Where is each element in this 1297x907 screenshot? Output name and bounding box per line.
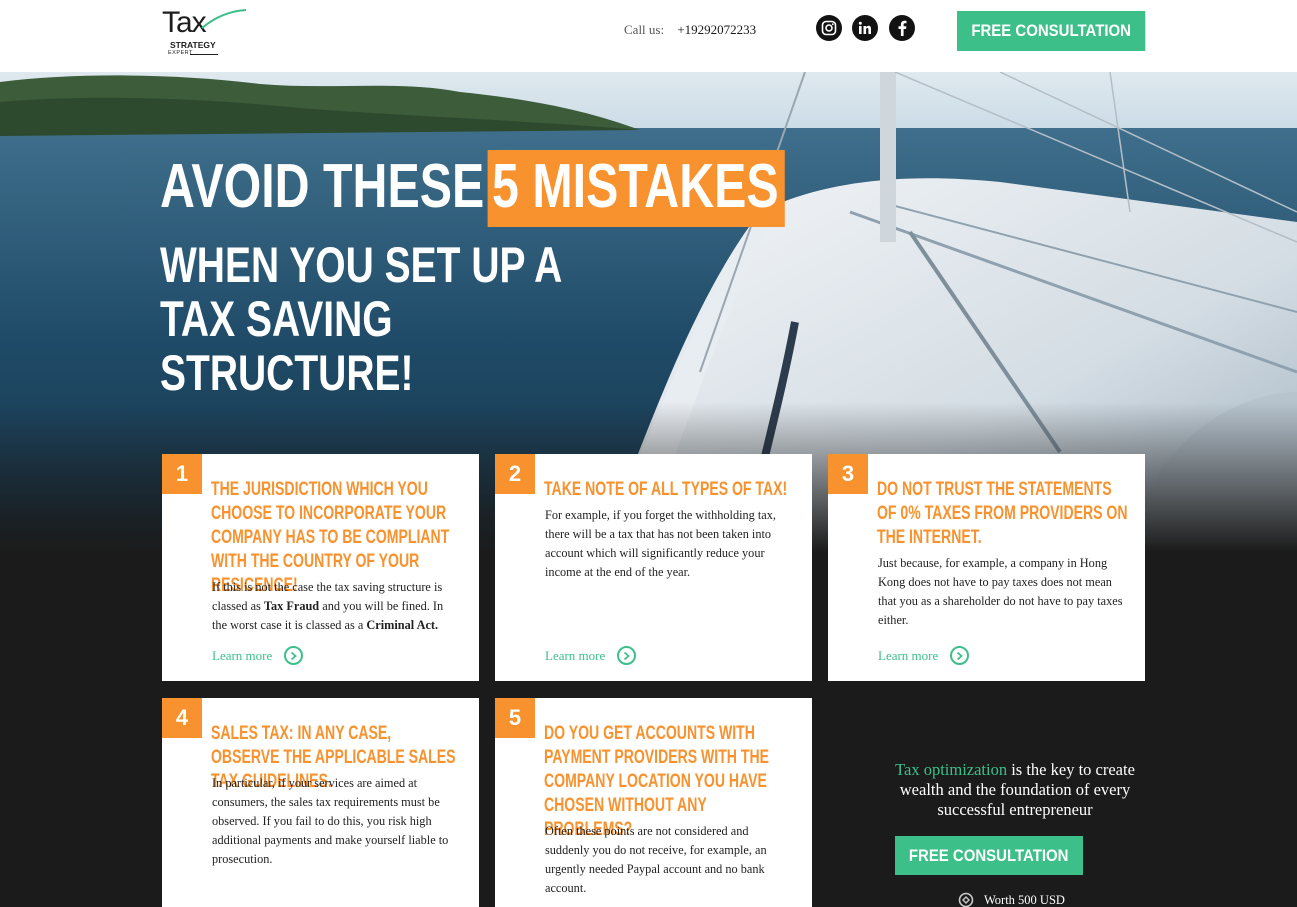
- worth-text: Worth 500 USD: [984, 892, 1065, 907]
- card-title: TAKE NOTE OF ALL TYPES OF TAX!: [544, 479, 788, 500]
- learn-more-label: Learn more: [878, 647, 939, 663]
- hero-subheadline: WHEN YOU SET UP A TAX SAVING STRUCTURE!: [160, 238, 562, 400]
- card-number-badge: 1: [162, 454, 202, 494]
- call-us-label: Call us:: [624, 22, 665, 37]
- logo-swoosh-icon: [201, 9, 247, 29]
- free-consultation-button-bottom[interactable]: FREE CONSULTATION: [895, 836, 1083, 875]
- logo-underline: [190, 54, 218, 55]
- linkedin-icon[interactable]: [852, 15, 878, 41]
- instagram-icon[interactable]: [816, 15, 842, 41]
- card-number-badge: 4: [162, 698, 202, 738]
- tagline: Tax optimization is the key to create we…: [895, 760, 1135, 820]
- card-body: In particular, if your services are aime…: [212, 776, 449, 866]
- cta-label: FREE CONSULTATION: [909, 845, 1069, 865]
- card-number-badge: 3: [828, 454, 868, 494]
- card-body: For example, if you forget the withholdi…: [545, 508, 776, 579]
- coin-icon: [958, 892, 974, 907]
- learn-more-label: Learn more: [212, 647, 273, 663]
- tax-strategy-expert-logo[interactable]: Tax STRATEGY EXPERT: [160, 6, 250, 58]
- learn-more-link[interactable]: Learn more: [878, 646, 970, 665]
- card-body: If this is not the case the tax saving s…: [212, 578, 460, 635]
- headline-highlight: 5 MISTAKES: [487, 150, 785, 227]
- phone-number[interactable]: +19292072233: [677, 22, 756, 37]
- mistake-card-5: 5 DO YOU GET ACCOUNTS WITH PAYMENT PROVI…: [495, 698, 812, 907]
- facebook-icon[interactable]: [889, 15, 915, 41]
- logo-expert: EXPERT: [168, 50, 193, 56]
- site-header: Tax STRATEGY EXPERT Call us: +1929207223…: [0, 0, 1297, 72]
- headline-prefix: AVOID THESE: [160, 152, 485, 221]
- card-number-badge: 2: [495, 454, 535, 494]
- subheadline-line-3: STRUCTURE!: [160, 345, 414, 401]
- card-title: DO NOT TRUST THE STATEMENTS OF 0% TAXES …: [877, 479, 1128, 548]
- subheadline-line-1: WHEN YOU SET UP A: [160, 237, 563, 293]
- card-number-badge: 5: [495, 698, 535, 738]
- tagline-highlight[interactable]: Tax optimization: [895, 760, 1007, 779]
- mistake-card-3: 3 DO NOT TRUST THE STATEMENTS OF 0% TAXE…: [828, 454, 1145, 681]
- free-consultation-button[interactable]: FREE CONSULTATION: [957, 11, 1146, 51]
- card-body-bold-1: Tax Fraud: [263, 599, 320, 613]
- mistake-card-4: 4 SALES TAX: IN ANY CASE, OBSERVE THE AP…: [162, 698, 479, 907]
- card-body-bold-2: Criminal Act.: [366, 618, 439, 632]
- card-body: Just because, for example, a company in …: [878, 556, 1123, 627]
- subheadline-line-2: TAX SAVING: [160, 291, 393, 347]
- learn-more-label: Learn more: [545, 647, 606, 663]
- logo-strategy: STRATEGY: [170, 40, 216, 50]
- mistake-card-2: 2 TAKE NOTE OF ALL TYPES OF TAX! For exa…: [495, 454, 812, 681]
- worth-note: Worth 500 USD: [958, 892, 1065, 907]
- learn-more-link[interactable]: Learn more: [212, 646, 304, 665]
- card-body: Often these points are not considered an…: [545, 824, 767, 895]
- chevron-right-icon: [284, 646, 304, 665]
- hero-section: AVOID THESE 5 MISTAKES WHEN YOU SET UP A …: [0, 72, 1297, 907]
- chevron-right-icon: [617, 646, 637, 665]
- call-us: Call us: +19292072233: [624, 22, 756, 38]
- hero-headline: AVOID THESE 5 MISTAKES: [160, 150, 785, 227]
- chevron-right-icon: [950, 646, 970, 665]
- mistake-card-1: 1 THE JURISDICTION WHICH YOU CHOOSE TO I…: [162, 454, 479, 681]
- learn-more-link[interactable]: Learn more: [545, 646, 637, 665]
